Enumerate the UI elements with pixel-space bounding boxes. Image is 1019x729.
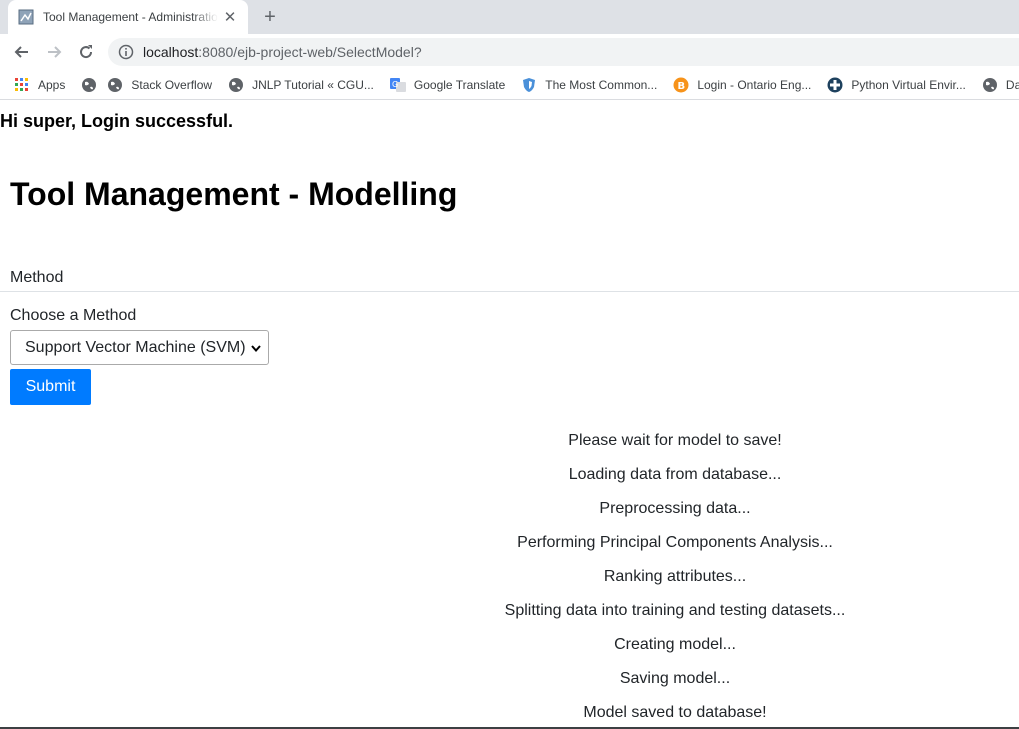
shield-icon	[523, 77, 536, 92]
reload-icon	[80, 45, 93, 59]
google-translate-icon: G	[389, 77, 406, 92]
browser-tab[interactable]: Tool Management - Administration ✕	[8, 0, 248, 34]
bookmarks-bar: Apps Stack Overflow JNLP Tutorial « CGU.…	[0, 70, 1019, 100]
bookmark-label: Login - Ontario Eng...	[697, 77, 812, 92]
close-tab-icon[interactable]: ✕	[222, 9, 238, 26]
info-icon[interactable]	[118, 44, 134, 60]
bookmark-label: The Most Common...	[545, 77, 658, 92]
bookmark-day[interactable]: Day	[982, 77, 1019, 93]
status-line: Creating model...	[614, 636, 736, 653]
submit-button[interactable]: Submit	[10, 369, 91, 405]
bookmark-label: Day	[1005, 77, 1019, 92]
bitcoin-icon: B	[673, 77, 689, 92]
bookmark-label: Google Translate	[413, 77, 506, 92]
url-path: :8080/ejb-project-web/SelectModel?	[198, 44, 422, 60]
bookmark-jnlp-tutorial[interactable]: JNLP Tutorial « CGU...	[228, 77, 374, 93]
status-log: Please wait for model to save! Loading d…	[330, 431, 1019, 729]
svg-text:G: G	[392, 80, 398, 89]
bookmark-stack-overflow[interactable]: Stack Overflow	[107, 77, 212, 93]
bookmark-label: Apps	[38, 77, 66, 92]
method-field-label: Choose a Method	[10, 307, 137, 324]
bookmark-python-venv[interactable]: Python Virtual Envir...	[827, 77, 966, 93]
browser-tabstrip: Tool Management - Administration ✕ +	[0, 0, 1019, 34]
section-label-method: Method	[10, 269, 64, 286]
status-line: Model saved to database!	[583, 704, 767, 721]
status-line: Performing Principal Components Analysis…	[517, 534, 833, 551]
chevron-down-icon	[251, 345, 261, 353]
new-tab-button[interactable]: +	[258, 6, 282, 28]
url-host: localhost	[143, 44, 199, 60]
url-text: localhost:8080/ejb-project-web/SelectMod…	[143, 44, 422, 60]
section-divider	[0, 291, 1019, 292]
address-bar[interactable]: localhost:8080/ejb-project-web/SelectMod…	[108, 38, 1019, 66]
bookmark-label: JNLP Tutorial « CGU...	[252, 77, 374, 92]
globe-icon	[229, 77, 244, 92]
page-content: Hi super, Login successful. Tool Managem…	[0, 101, 1019, 729]
reload-button[interactable]	[74, 40, 98, 64]
status-line: Saving model...	[619, 670, 731, 687]
forward-button[interactable]	[42, 40, 66, 64]
arrow-left-icon	[14, 46, 28, 58]
status-line: Loading data from database...	[568, 466, 782, 483]
arrow-right-icon	[48, 46, 62, 58]
bookmark-login-ontario[interactable]: B Login - Ontario Eng...	[673, 77, 811, 93]
globe-icon	[82, 77, 97, 92]
page-title: Tool Management - Modelling	[10, 176, 458, 212]
bookmark-globe[interactable]	[81, 77, 97, 93]
bookmark-most-common[interactable]: The Most Common...	[521, 77, 657, 93]
welcome-message: Hi super, Login successful.	[0, 111, 234, 131]
status-line: Splitting data into training and testing…	[504, 602, 846, 619]
method-select-value: Support Vector Machine (SVM)	[25, 338, 246, 356]
tab-title: Tool Management - Administration	[43, 10, 218, 24]
svg-text:B: B	[678, 81, 686, 92]
page-favicon-icon	[18, 9, 34, 25]
status-line: Preprocessing data...	[599, 500, 751, 517]
apps-grid-icon	[15, 77, 28, 91]
bookmark-apps[interactable]: Apps	[14, 77, 65, 93]
back-button[interactable]	[10, 40, 34, 64]
bookmark-label: Python Virtual Envir...	[851, 77, 966, 92]
browser-toolbar: localhost:8080/ejb-project-web/SelectMod…	[0, 34, 1019, 70]
status-line: Ranking attributes...	[603, 568, 747, 585]
python-icon	[827, 77, 843, 92]
globe-icon	[108, 77, 123, 92]
method-select[interactable]: Support Vector Machine (SVM)	[10, 330, 269, 365]
bookmark-google-translate[interactable]: G Google Translate	[389, 77, 506, 93]
globe-icon	[982, 77, 997, 92]
status-line: Please wait for model to save!	[568, 432, 782, 449]
bookmark-label: Stack Overflow	[131, 77, 213, 92]
